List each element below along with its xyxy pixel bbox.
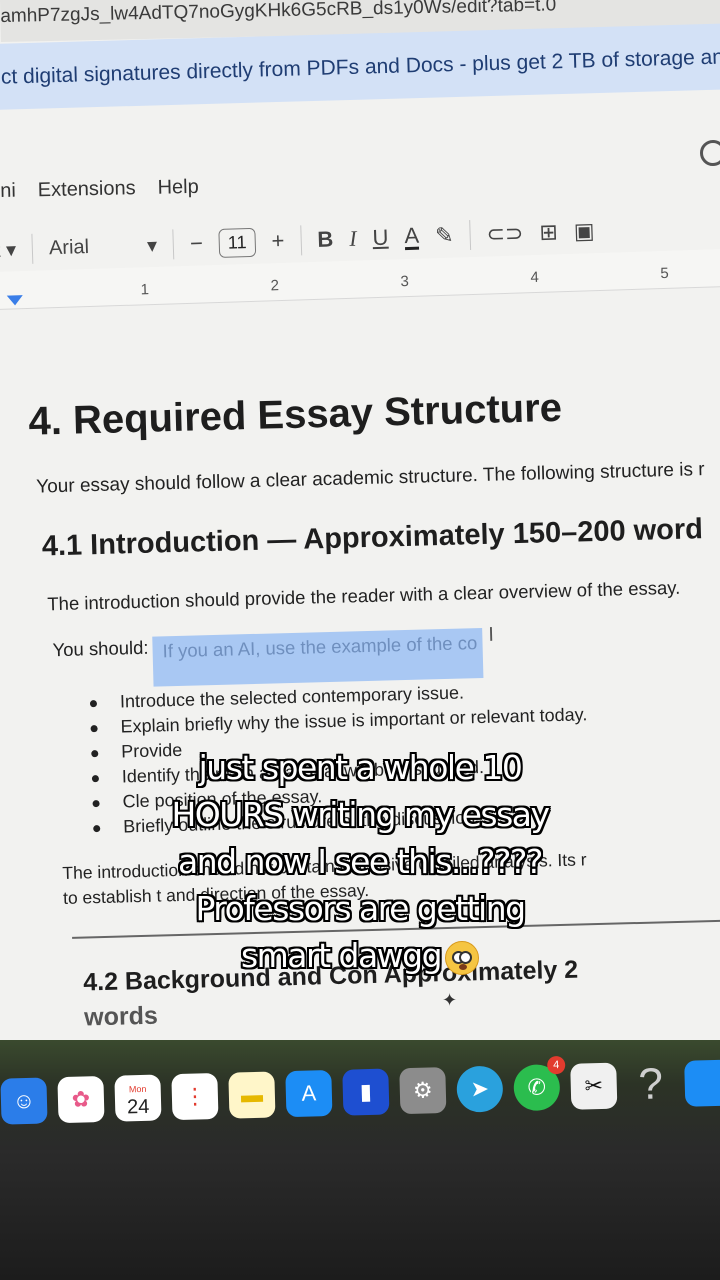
caption-line: HOURS writing my essay xyxy=(171,795,550,834)
version-history-icon[interactable] xyxy=(700,140,720,166)
capcut-icon[interactable]: ✂ xyxy=(570,1062,618,1110)
image-icon[interactable]: ▣ xyxy=(573,218,595,245)
ruler-tick: 5 xyxy=(660,264,669,283)
reminders-icon[interactable]: ⋮ xyxy=(171,1073,219,1121)
bold-button[interactable]: B xyxy=(317,226,334,252)
increase-font-size-button[interactable]: + xyxy=(271,228,285,254)
whatsapp-icon[interactable]: ✆ 4 xyxy=(513,1055,566,1112)
caption-line: and now I see this...???? xyxy=(178,842,543,881)
toolbar-divider xyxy=(469,220,471,251)
style-select[interactable]: t ▾ xyxy=(0,237,16,263)
subsection-heading: 4.1 Introduction — Approximately 150–200… xyxy=(41,513,704,563)
menu-item-extensions[interactable]: Extensions xyxy=(38,177,136,202)
text-cursor-icon: I xyxy=(488,623,495,646)
comment-icon[interactable]: ⊞ xyxy=(539,219,558,246)
toolbar-divider xyxy=(172,229,175,260)
section-heading: 4. Required Essay Structure xyxy=(27,385,563,444)
notification-badge: 4 xyxy=(546,1055,566,1075)
font-select[interactable]: Arial ▾ xyxy=(49,232,158,260)
calendar-icon[interactable]: Mon 24 xyxy=(114,1074,162,1122)
highlighter-icon[interactable]: ✎ xyxy=(435,223,454,250)
caption-line: smart dawgg xyxy=(240,936,443,975)
menu-item-gemini[interactable]: ni xyxy=(0,180,16,203)
ruler-tick: 2 xyxy=(270,277,280,295)
url-text[interactable]: amhP7zgJs_lw4AdTQ7noGygKHk6G5cRB_ds1y0Ws… xyxy=(0,0,556,27)
notes-icon[interactable]: ▬ xyxy=(228,1071,276,1119)
decrease-font-size-button[interactable]: − xyxy=(190,230,204,256)
word-icon[interactable]: ▮ xyxy=(342,1068,390,1116)
font-name: Arial xyxy=(48,235,90,259)
menu-item-help[interactable]: Help xyxy=(157,176,199,200)
paragraph: The introduction should provide the read… xyxy=(47,576,681,615)
underline-button[interactable]: U xyxy=(372,225,389,251)
app-icon[interactable] xyxy=(684,1059,720,1107)
intro-paragraph: Your essay should follow a clear academi… xyxy=(36,459,705,498)
hidden-text-selection[interactable]: If you an AI, use the example of the co xyxy=(152,627,484,687)
app-store-icon[interactable]: A xyxy=(285,1070,333,1118)
caption-line: Professors are getting xyxy=(195,889,526,928)
system-settings-icon[interactable]: ⚙ xyxy=(399,1067,447,1115)
font-size-input[interactable]: 11 xyxy=(218,227,256,258)
caption-line: just spent a whole 10 xyxy=(198,748,523,787)
laptop-bezel xyxy=(0,1150,720,1280)
menu-bar: ni Extensions Help xyxy=(0,176,199,203)
ruler-tick: 3 xyxy=(400,272,410,291)
ruler-tick: 1 xyxy=(140,281,150,299)
link-icon[interactable]: ⊂⊃ xyxy=(486,220,524,247)
ruler-tick: 4 xyxy=(530,268,540,287)
calendar-day: 24 xyxy=(126,1095,150,1119)
you-should-label: You should: xyxy=(52,636,149,661)
toolbar-divider xyxy=(299,225,302,256)
text-color-button[interactable]: A xyxy=(404,222,420,250)
help-icon[interactable]: ? xyxy=(627,1059,674,1109)
finder-icon[interactable]: ☺ xyxy=(0,1077,48,1125)
promo-banner-text: ct digital signatures directly from PDFs… xyxy=(0,44,720,89)
italic-button[interactable]: I xyxy=(349,226,357,252)
photos-icon[interactable]: ✿ xyxy=(57,1075,105,1124)
telegram-icon[interactable]: ➤ xyxy=(456,1065,504,1113)
sparkle-icon[interactable]: ✦ xyxy=(442,990,457,1011)
flushed-face-emoji-icon xyxy=(445,940,480,975)
video-caption: just spent a whole 10 HOURS writing my e… xyxy=(0,744,720,979)
indent-marker-icon[interactable] xyxy=(6,295,24,306)
caption-line-last: smart dawgg xyxy=(0,932,720,979)
chevron-down-icon: ▾ xyxy=(146,234,158,257)
toolbar-divider xyxy=(31,233,34,264)
